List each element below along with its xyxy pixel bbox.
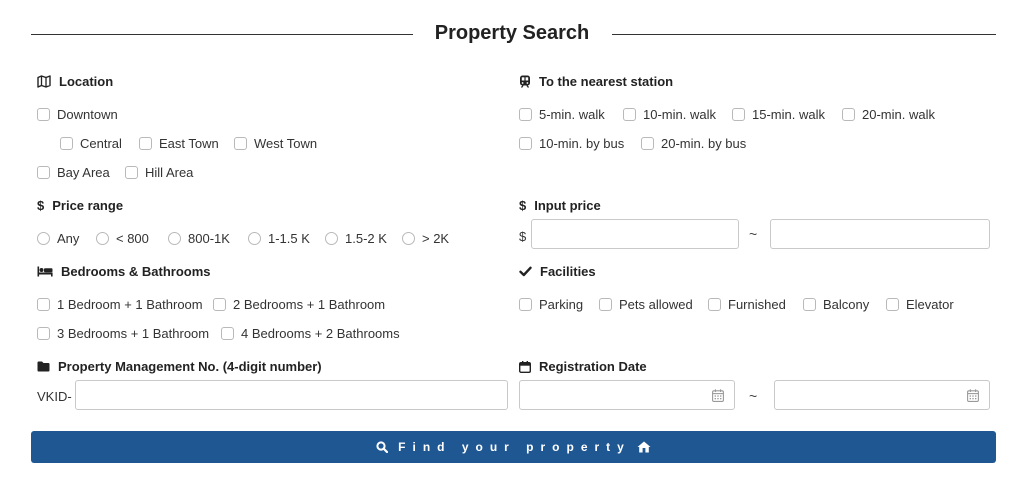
checkmark-icon: [519, 266, 532, 277]
station-10min-walk-checkbox[interactable]: 10-min. walk: [623, 107, 716, 122]
checkbox-box[interactable]: [623, 108, 636, 121]
checkbox-box[interactable]: [60, 137, 73, 150]
find-property-button[interactable]: Find your property: [31, 431, 996, 463]
checkbox-box[interactable]: [641, 137, 654, 150]
checkbox-box[interactable]: [519, 108, 532, 121]
train-icon: [520, 75, 530, 88]
checkbox-box[interactable]: [37, 298, 50, 311]
price-1-1.5k-radio[interactable]: 1-1.5 K: [248, 231, 310, 246]
bed-icon: [37, 266, 53, 277]
facility-pets-allowed-checkbox[interactable]: Pets allowed: [599, 297, 693, 312]
checkbox-box[interactable]: [37, 108, 50, 121]
checkbox-box[interactable]: [842, 108, 855, 121]
price-range-label: $ Price range: [37, 198, 124, 213]
registration-date-from-input[interactable]: [519, 380, 735, 410]
location-label: Location: [37, 74, 113, 89]
station-5min-walk-checkbox[interactable]: 5-min. walk: [519, 107, 605, 122]
rooms-4bed-2bath-checkbox[interactable]: 4 Bedrooms + 2 Bathrooms: [221, 326, 400, 341]
radio-circle[interactable]: [402, 232, 415, 245]
facility-furnished-checkbox[interactable]: Furnished: [708, 297, 786, 312]
dollar-icon: $: [37, 198, 45, 213]
location-downtown-checkbox[interactable]: Downtown: [37, 107, 118, 122]
price-any-radio[interactable]: Any: [37, 231, 79, 246]
max-price-input[interactable]: [770, 219, 990, 249]
checkbox-box[interactable]: [213, 298, 226, 311]
min-price-input[interactable]: [531, 219, 739, 249]
location-east-town-checkbox[interactable]: East Town: [139, 136, 219, 151]
registration-date-to-input[interactable]: [774, 380, 990, 410]
station-20min-walk-checkbox[interactable]: 20-min. walk: [842, 107, 935, 122]
checkbox-box[interactable]: [37, 327, 50, 340]
price-under-800-radio[interactable]: < 800: [96, 231, 149, 246]
checkbox-box[interactable]: [125, 166, 138, 179]
page-title: Property Search: [0, 22, 1024, 45]
bedrooms-label: Bedrooms & Bathrooms: [37, 264, 211, 279]
station-10min-bus-checkbox[interactable]: 10-min. by bus: [519, 136, 624, 151]
dollar-icon: $: [519, 198, 527, 213]
facility-balcony-checkbox[interactable]: Balcony: [803, 297, 869, 312]
radio-circle[interactable]: [248, 232, 261, 245]
location-bay-area-checkbox[interactable]: Bay Area: [37, 165, 110, 180]
location-hill-area-checkbox[interactable]: Hill Area: [125, 165, 193, 180]
facility-elevator-checkbox[interactable]: Elevator: [886, 297, 954, 312]
price-over-2k-radio[interactable]: > 2K: [402, 231, 449, 246]
search-icon: [376, 441, 389, 453]
checkbox-box[interactable]: [139, 137, 152, 150]
station-20min-bus-checkbox[interactable]: 20-min. by bus: [641, 136, 746, 151]
folder-icon: [37, 361, 50, 372]
vkid-prefix: VKID-: [37, 389, 72, 404]
radio-circle[interactable]: [325, 232, 338, 245]
price-range-separator: ~: [749, 226, 758, 242]
price-800-1k-radio[interactable]: 800-1K: [168, 231, 230, 246]
rooms-1bed-1bath-checkbox[interactable]: 1 Bedroom + 1 Bathroom: [37, 297, 203, 312]
find-property-button-label: Find your property: [398, 440, 631, 454]
rooms-2bed-1bath-checkbox[interactable]: 2 Bedrooms + 1 Bathroom: [213, 297, 385, 312]
facilities-label: Facilities: [519, 264, 596, 279]
rooms-3bed-1bath-checkbox[interactable]: 3 Bedrooms + 1 Bathroom: [37, 326, 209, 341]
calendar-icon: [519, 360, 531, 373]
checkbox-box[interactable]: [599, 298, 612, 311]
input-price-label: $ Input price: [519, 198, 601, 213]
registration-date-label: Registration Date: [519, 359, 647, 374]
calendar-picker-icon[interactable]: [712, 389, 724, 402]
checkbox-box[interactable]: [519, 137, 532, 150]
radio-circle[interactable]: [96, 232, 109, 245]
price-currency-prefix: $: [519, 229, 527, 244]
checkbox-box[interactable]: [234, 137, 247, 150]
station-15min-walk-checkbox[interactable]: 15-min. walk: [732, 107, 825, 122]
location-central-checkbox[interactable]: Central: [60, 136, 122, 151]
checkbox-box[interactable]: [886, 298, 899, 311]
map-icon: [37, 75, 51, 88]
radio-circle[interactable]: [37, 232, 50, 245]
facility-parking-checkbox[interactable]: Parking: [519, 297, 583, 312]
calendar-picker-icon[interactable]: [967, 389, 979, 402]
checkbox-box[interactable]: [519, 298, 532, 311]
checkbox-box[interactable]: [221, 327, 234, 340]
checkbox-box[interactable]: [732, 108, 745, 121]
house-icon: [637, 441, 651, 453]
management-number-label: Property Management No. (4-digit number): [37, 359, 322, 374]
radio-circle[interactable]: [168, 232, 181, 245]
checkbox-box[interactable]: [803, 298, 816, 311]
date-range-separator: ~: [749, 388, 758, 404]
location-west-town-checkbox[interactable]: West Town: [234, 136, 317, 151]
checkbox-box[interactable]: [708, 298, 721, 311]
price-1.5-2k-radio[interactable]: 1.5-2 K: [325, 231, 387, 246]
checkbox-box[interactable]: [37, 166, 50, 179]
station-label: To the nearest station: [519, 74, 673, 89]
management-number-input[interactable]: [75, 380, 508, 410]
